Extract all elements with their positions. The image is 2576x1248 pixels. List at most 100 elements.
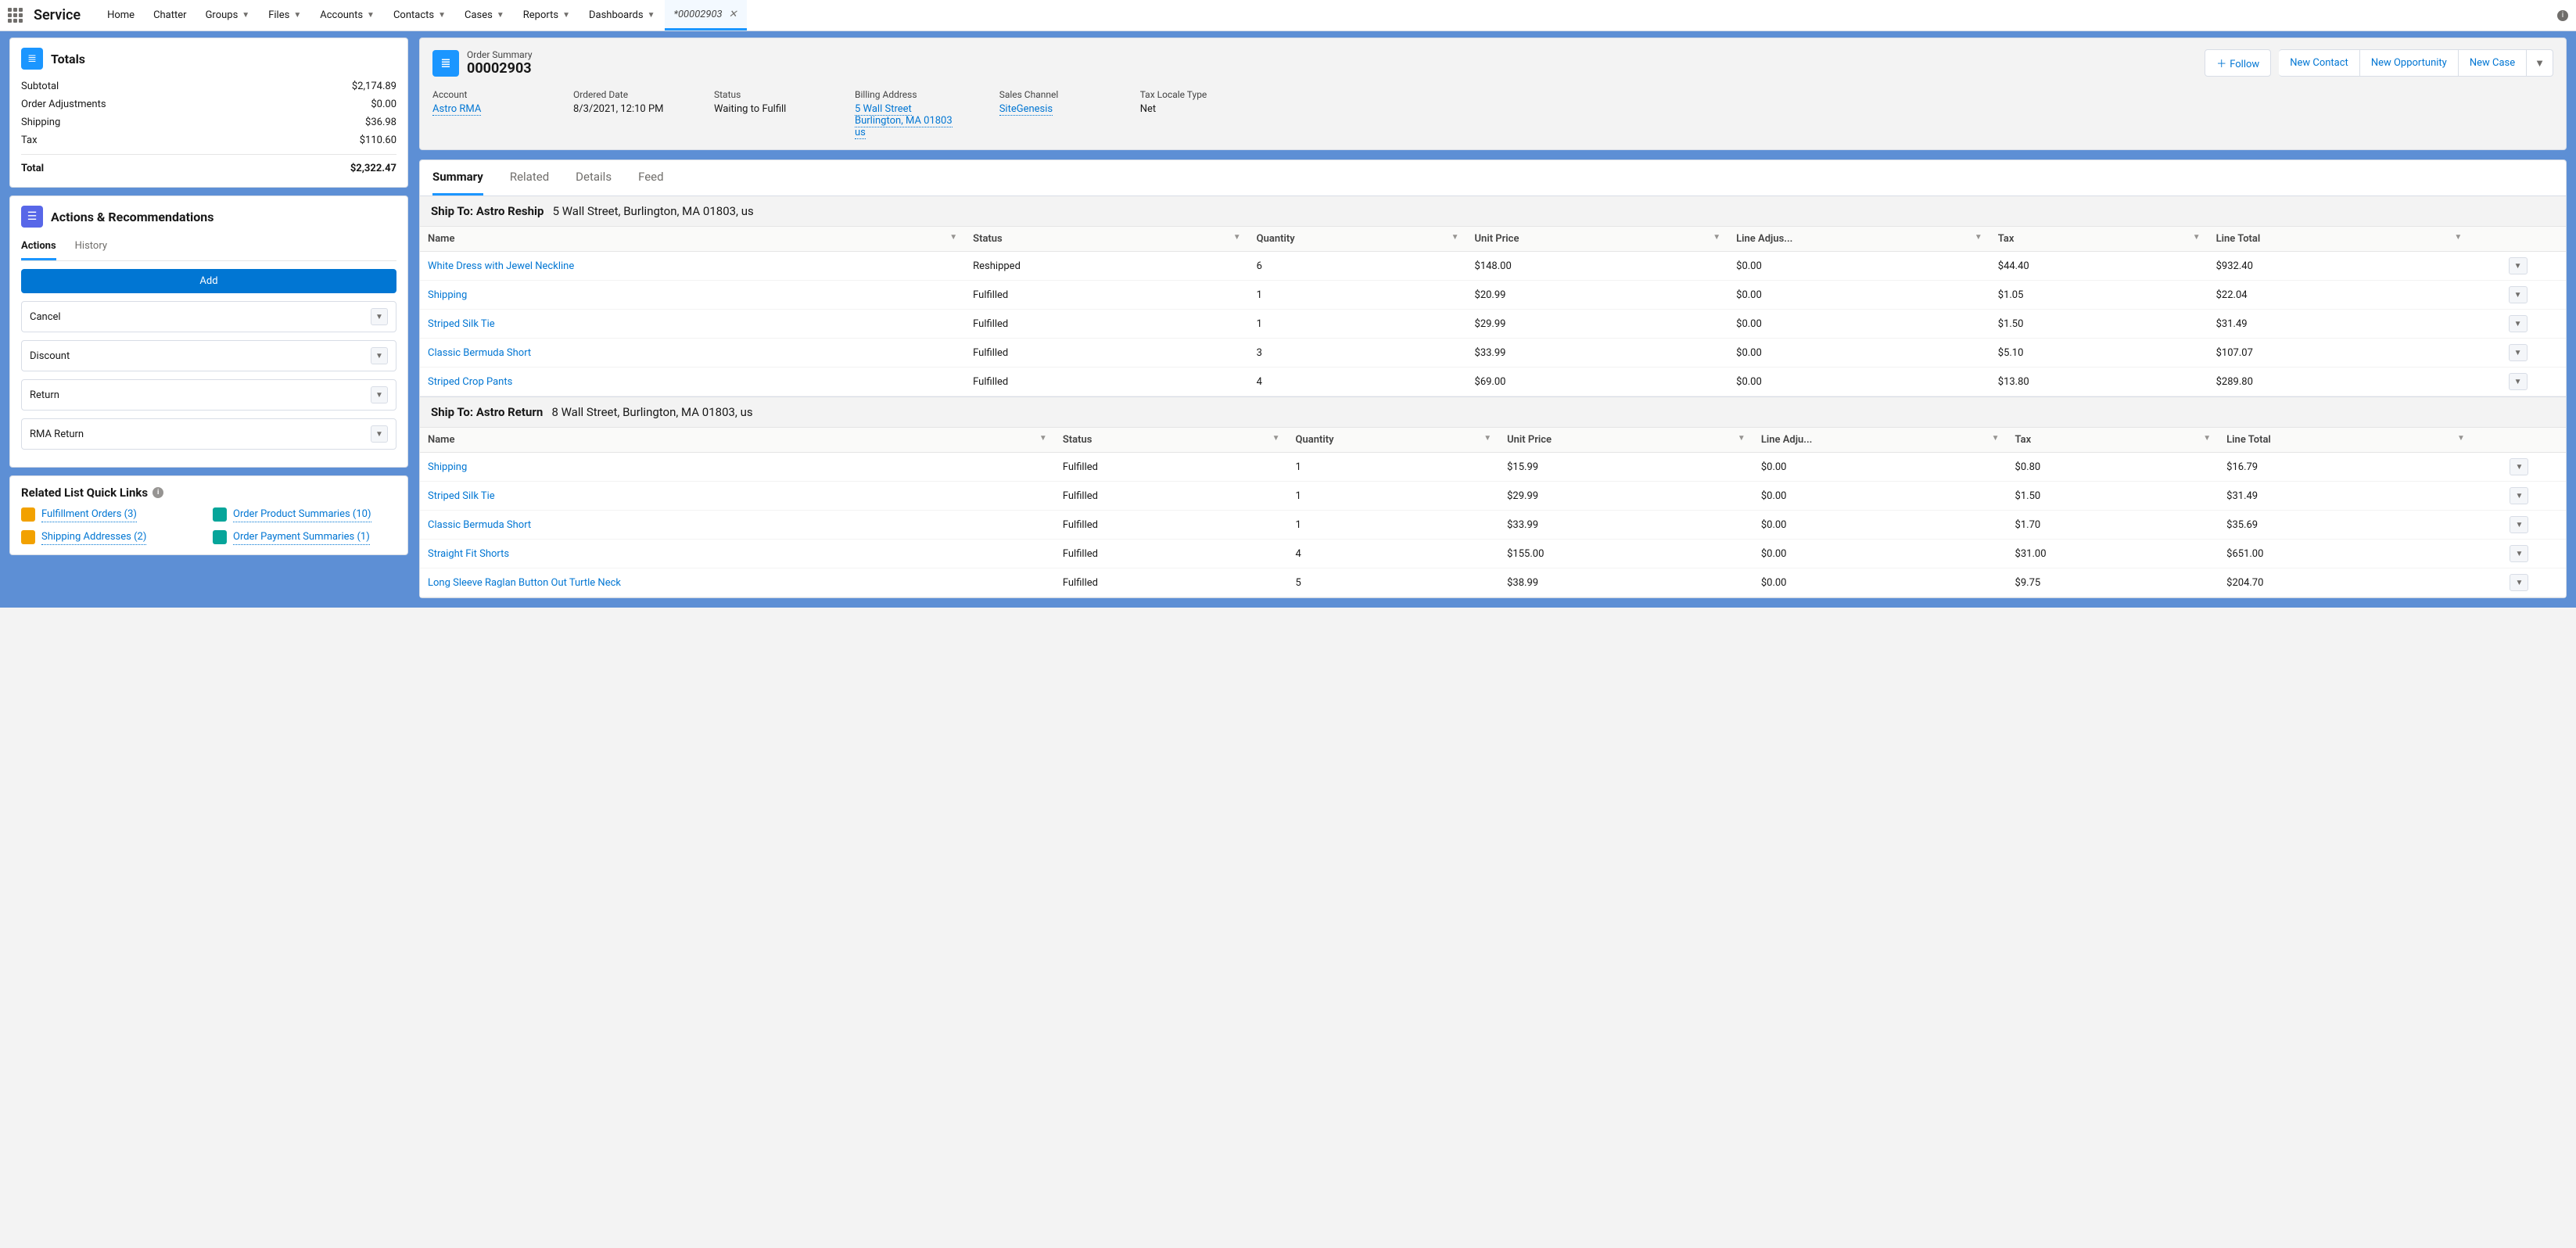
col-adj[interactable]: Line Adju... bbox=[1761, 434, 1813, 446]
nav-files[interactable]: Files▼ bbox=[259, 0, 310, 30]
chevron-down-icon[interactable]: ▼ bbox=[367, 11, 375, 20]
ql-shipping-addresses[interactable]: Shipping Addresses (2) bbox=[21, 530, 205, 545]
line-name[interactable]: Striped Crop Pants bbox=[420, 368, 965, 396]
row-actions-button[interactable]: ▼ bbox=[2509, 286, 2528, 303]
col-total[interactable]: Line Total bbox=[2226, 434, 2271, 446]
chevron-down-icon[interactable]: ▼ bbox=[371, 425, 388, 443]
ql-order-payment-summaries[interactable]: Order Payment Summaries (1) bbox=[213, 530, 396, 545]
chevron-down-icon[interactable]: ▼ bbox=[497, 11, 504, 20]
col-total[interactable]: Line Total bbox=[2216, 233, 2261, 245]
tab-details[interactable]: Details bbox=[576, 160, 612, 195]
col-unit[interactable]: Unit Price bbox=[1507, 434, 1552, 446]
ql-link[interactable]: Order Payment Summaries (1) bbox=[233, 530, 370, 545]
nav-active-tab[interactable]: * 00002903 ✕ bbox=[665, 0, 747, 30]
chevron-down-icon[interactable]: ▼ bbox=[1272, 434, 1280, 443]
line-name[interactable]: White Dress with Jewel Neckline bbox=[420, 252, 965, 281]
nav-chatter[interactable]: Chatter bbox=[144, 0, 196, 30]
tab-related[interactable]: Related bbox=[510, 160, 549, 195]
tab-feed[interactable]: Feed bbox=[638, 160, 664, 195]
account-link[interactable]: Astro RMA bbox=[432, 103, 481, 116]
chevron-down-icon[interactable]: ▼ bbox=[1039, 434, 1047, 443]
row-actions-button[interactable]: ▼ bbox=[2509, 373, 2528, 390]
new-case-button[interactable]: New Case bbox=[2459, 49, 2527, 77]
line-name[interactable]: Classic Bermuda Short bbox=[420, 339, 965, 368]
channel-link[interactable]: SiteGenesis bbox=[999, 103, 1053, 116]
new-opportunity-button[interactable]: New Opportunity bbox=[2360, 49, 2459, 77]
col-unit[interactable]: Unit Price bbox=[1475, 233, 1519, 245]
chevron-down-icon[interactable]: ▼ bbox=[293, 11, 301, 20]
chevron-down-icon[interactable]: ▼ bbox=[1738, 434, 1745, 443]
row-actions-button[interactable]: ▼ bbox=[2510, 487, 2528, 504]
chevron-down-icon[interactable]: ▼ bbox=[2203, 434, 2211, 443]
ql-link[interactable]: Order Product Summaries (10) bbox=[233, 507, 371, 522]
follow-button[interactable]: ＋Follow bbox=[2205, 49, 2271, 77]
row-actions-button[interactable]: ▼ bbox=[2510, 545, 2528, 562]
combo-return[interactable]: Return▼ bbox=[21, 379, 396, 411]
line-name[interactable]: Straight Fit Shorts bbox=[420, 540, 1055, 568]
col-qty[interactable]: Quantity bbox=[1257, 233, 1295, 245]
billing-line3[interactable]: us bbox=[855, 127, 866, 139]
row-actions-button[interactable]: ▼ bbox=[2510, 516, 2528, 533]
billing-line2[interactable]: Burlington, MA 01803 bbox=[855, 115, 953, 127]
combo-rma-return[interactable]: RMA Return▼ bbox=[21, 418, 396, 450]
chevron-down-icon[interactable]: ▼ bbox=[371, 308, 388, 325]
col-tax[interactable]: Tax bbox=[2015, 434, 2032, 446]
nav-cases[interactable]: Cases▼ bbox=[455, 0, 514, 30]
col-qty[interactable]: Quantity bbox=[1296, 434, 1334, 446]
ql-link[interactable]: Fulfillment Orders (3) bbox=[41, 507, 137, 522]
info-icon[interactable]: i bbox=[2557, 10, 2568, 21]
nav-home[interactable]: Home bbox=[98, 0, 144, 30]
row-actions-button[interactable]: ▼ bbox=[2509, 344, 2528, 361]
chevron-down-icon[interactable]: ▼ bbox=[438, 11, 446, 20]
line-name[interactable]: Striped Silk Tie bbox=[420, 482, 1055, 511]
nav-accounts[interactable]: Accounts▼ bbox=[310, 0, 384, 30]
combo-cancel[interactable]: Cancel▼ bbox=[21, 301, 396, 332]
row-actions-button[interactable]: ▼ bbox=[2509, 315, 2528, 332]
col-name[interactable]: Name bbox=[428, 434, 454, 446]
chevron-down-icon[interactable]: ▼ bbox=[2454, 233, 2462, 242]
tab-summary[interactable]: Summary bbox=[432, 160, 483, 195]
chevron-down-icon[interactable]: ▼ bbox=[1233, 233, 1241, 242]
close-icon[interactable]: ✕ bbox=[729, 9, 737, 20]
chevron-down-icon[interactable]: ▼ bbox=[1992, 434, 2000, 443]
chevron-down-icon[interactable]: ▼ bbox=[949, 233, 957, 242]
subtab-history[interactable]: History bbox=[75, 235, 107, 260]
line-name[interactable]: Shipping bbox=[420, 281, 965, 310]
chevron-down-icon[interactable]: ▼ bbox=[1975, 233, 1982, 242]
nav-reports[interactable]: Reports▼ bbox=[514, 0, 579, 30]
row-actions-button[interactable]: ▼ bbox=[2510, 458, 2528, 475]
add-button[interactable]: Add bbox=[21, 269, 396, 293]
chevron-down-icon[interactable]: ▼ bbox=[2193, 233, 2201, 242]
line-name[interactable]: Striped Silk Tie bbox=[420, 310, 965, 339]
col-name[interactable]: Name bbox=[428, 233, 454, 245]
line-name[interactable]: Shipping bbox=[420, 453, 1055, 482]
col-status[interactable]: Status bbox=[1063, 434, 1092, 446]
chevron-down-icon[interactable]: ▼ bbox=[2457, 434, 2465, 443]
chevron-down-icon[interactable]: ▼ bbox=[371, 347, 388, 364]
col-tax[interactable]: Tax bbox=[1998, 233, 2015, 245]
nav-contacts[interactable]: Contacts▼ bbox=[384, 0, 455, 30]
chevron-down-icon[interactable]: ▼ bbox=[562, 11, 570, 20]
nav-dashboards[interactable]: Dashboards▼ bbox=[579, 0, 665, 30]
chevron-down-icon[interactable]: ▼ bbox=[1713, 233, 1720, 242]
chevron-down-icon[interactable]: ▼ bbox=[242, 11, 249, 20]
chevron-down-icon[interactable]: ▼ bbox=[1451, 233, 1459, 242]
info-icon[interactable]: i bbox=[152, 487, 163, 498]
app-launcher-icon[interactable] bbox=[8, 8, 23, 23]
chevron-down-icon[interactable]: ▼ bbox=[648, 11, 655, 20]
row-actions-button[interactable]: ▼ bbox=[2509, 257, 2528, 274]
subtab-actions[interactable]: Actions bbox=[21, 235, 56, 260]
col-status[interactable]: Status bbox=[973, 233, 1003, 245]
nav-groups[interactable]: Groups▼ bbox=[196, 0, 260, 30]
ql-fulfillment-orders[interactable]: Fulfillment Orders (3) bbox=[21, 507, 205, 522]
combo-discount[interactable]: Discount▼ bbox=[21, 340, 396, 371]
billing-line1[interactable]: 5 Wall Street bbox=[855, 103, 912, 116]
line-name[interactable]: Classic Bermuda Short bbox=[420, 511, 1055, 540]
ql-link[interactable]: Shipping Addresses (2) bbox=[41, 530, 146, 545]
new-contact-button[interactable]: New Contact bbox=[2279, 49, 2360, 77]
line-name[interactable]: Long Sleeve Raglan Button Out Turtle Nec… bbox=[420, 568, 1055, 597]
ql-order-product-summaries[interactable]: Order Product Summaries (10) bbox=[213, 507, 396, 522]
chevron-down-icon[interactable]: ▼ bbox=[371, 386, 388, 403]
col-adj[interactable]: Line Adjus... bbox=[1736, 233, 1792, 245]
chevron-down-icon[interactable]: ▼ bbox=[1484, 434, 1491, 443]
